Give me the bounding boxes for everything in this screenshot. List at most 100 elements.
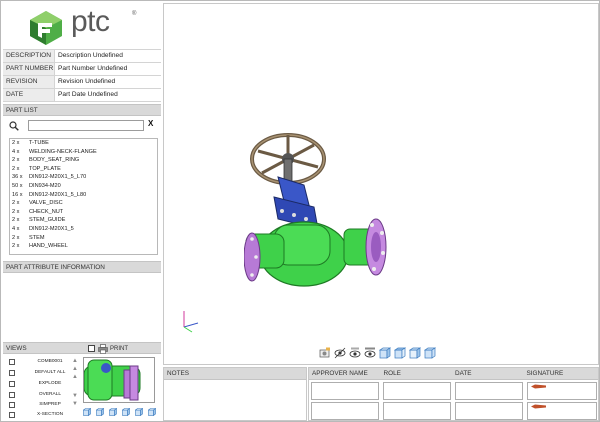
role-field[interactable] [383, 382, 451, 400]
part-list-item[interactable]: 2 x STEM_GUIDE [10, 216, 157, 225]
part-quantity: 16 x [12, 191, 23, 198]
views-panel: VIEWS PRINT SELECTED COMB0001 DEFAULT AL… [3, 342, 161, 422]
view-checkbox[interactable] [9, 381, 15, 387]
view-top-cube-icon[interactable] [394, 347, 406, 359]
view-label[interactable]: OVERALL [26, 390, 74, 400]
role-header: ROLE [383, 370, 401, 377]
meta-key: DATE [3, 89, 55, 101]
view-thumbnail[interactable] [83, 357, 155, 403]
3d-viewer[interactable] [163, 3, 599, 365]
scroll-bottom-arrow-icon[interactable]: ▼ [72, 401, 78, 407]
view-item-simprep[interactable]: SIMPREP [8, 400, 80, 410]
view-item-overall[interactable]: OVERALL [8, 390, 80, 400]
part-list-item[interactable]: 4 x WELDING-NECK-FLANGE [10, 148, 157, 157]
scroll-top-arrow-icon[interactable]: ▲ [72, 358, 78, 364]
snapshot-icon[interactable] [319, 347, 331, 359]
app-frame: ptc ® DESCRIPTION Description Undefined … [0, 0, 600, 422]
part-list-item[interactable]: 4 x DIN912-M20X1_5 [10, 225, 157, 234]
meta-key: DESCRIPTION [3, 50, 55, 62]
date-field[interactable] [455, 382, 523, 400]
approver-name-field[interactable] [311, 402, 379, 420]
view-label[interactable]: SIMPREP [26, 400, 74, 410]
cube-iso-icon[interactable] [135, 408, 143, 416]
cube-fit-icon[interactable] [148, 408, 156, 416]
part-search-input[interactable] [28, 120, 144, 131]
part-list-item[interactable]: 2 x BODY_SEAT_RING [10, 156, 157, 165]
part-quantity: 50 x [12, 182, 23, 189]
part-list-item[interactable]: 2 x TOP_PLATE [10, 165, 157, 174]
part-quantity: 2 x [12, 234, 20, 241]
view-label[interactable]: COMB0001 [26, 357, 74, 367]
part-name: TOP_PLATE [29, 165, 61, 172]
show-all-icon[interactable] [364, 347, 376, 359]
brand-registered: ® [132, 11, 137, 17]
signature-field[interactable] [527, 402, 597, 420]
view-front-cube-icon[interactable] [379, 347, 391, 359]
part-list-item[interactable]: 2 x T-TUBE [10, 139, 157, 148]
part-attribute-panel: PART ATTRIBUTE INFORMATION [3, 261, 161, 339]
clear-search-button[interactable]: X [148, 119, 153, 128]
view-checkbox[interactable] [9, 412, 15, 418]
view-checkbox[interactable] [9, 392, 15, 398]
part-list-item[interactable]: 16 x DIN912-M20X1_5_L80 [10, 191, 157, 200]
view-item-x-section[interactable]: X-SECTION [8, 410, 80, 420]
signature-pen-icon[interactable] [531, 404, 547, 409]
part-quantity: 2 x [12, 157, 20, 164]
part-list[interactable]: 2 x T-TUBE 4 x WELDING-NECK-FLANGE 2 x BODY_S… [9, 138, 158, 255]
cube-side-icon[interactable] [122, 408, 130, 416]
part-quantity: 4 x [12, 225, 20, 232]
date-field[interactable] [455, 402, 523, 420]
part-quantity: 2 x [12, 165, 20, 172]
views-title: VIEWS [6, 345, 27, 352]
part-name: CHECK_NUT [29, 208, 64, 215]
valve-model-image[interactable] [244, 129, 404, 309]
meta-row-revision: REVISION Revision Undefined [3, 76, 161, 89]
signature-pen-icon[interactable] [531, 384, 547, 389]
meta-value: Revision Undefined [58, 78, 116, 85]
show-icon[interactable] [349, 347, 361, 359]
part-name: BODY_SEAT_RING [29, 157, 80, 164]
approver-name-field[interactable] [311, 382, 379, 400]
view-iso-cube-icon[interactable] [424, 347, 436, 359]
part-quantity: 4 x [12, 148, 20, 155]
view-label[interactable]: EXPLODE [26, 379, 74, 389]
view-item-comb0001[interactable]: COMB0001 [8, 357, 80, 367]
view-side-cube-icon[interactable] [409, 347, 421, 359]
part-search-row: X [3, 116, 161, 136]
printer-icon[interactable] [98, 344, 108, 354]
part-name: STEM [29, 234, 45, 241]
meta-row-description: DESCRIPTION Description Undefined [3, 50, 161, 63]
print-selected-checkbox[interactable] [88, 345, 95, 352]
view-label[interactable]: DEFAULT ALL [26, 368, 74, 378]
notes-panel[interactable]: NOTES [163, 367, 307, 421]
hide-icon[interactable] [334, 347, 346, 359]
ptc-logo: ptc ® [3, 3, 161, 47]
view-label[interactable]: X-SECTION [26, 410, 74, 420]
view-checkbox[interactable] [9, 402, 15, 408]
part-list-item[interactable]: 50 x DIN934-M20 [10, 182, 157, 191]
view-checkbox[interactable] [9, 370, 15, 376]
cube-front-icon[interactable] [96, 408, 104, 416]
view-item-explode[interactable]: EXPLODE [8, 379, 80, 389]
cube-view-icon[interactable] [83, 408, 91, 416]
scroll-up-arrow-icon[interactable]: ▲ [72, 366, 78, 372]
part-list-item[interactable]: 2 x HAND_WHEEL [10, 242, 157, 251]
scroll-up-arrow-icon[interactable]: ▲ [72, 374, 78, 380]
part-list-item[interactable]: 2 x CHECK_NUT [10, 208, 157, 217]
cube-top-icon[interactable] [109, 408, 117, 416]
part-list-title: PART LIST [3, 104, 161, 116]
view-checkbox[interactable] [9, 359, 15, 365]
part-list-panel: PART LIST X 2 x T-TUBE 4 x WELDING-NECK-FLA… [3, 104, 161, 259]
viewer-toolbar [319, 347, 436, 361]
signature-field[interactable] [527, 382, 597, 400]
role-field[interactable] [383, 402, 451, 420]
part-list-item[interactable]: 36 x DIN912-M20X1_5_L70 [10, 173, 157, 182]
scroll-down-arrow-icon[interactable]: ▼ [72, 393, 78, 399]
part-list-item[interactable]: 2 x STEM [10, 234, 157, 243]
view-item-default-all[interactable]: DEFAULT ALL [8, 368, 80, 378]
part-name: DIN912-M20X1_5_L70 [29, 174, 87, 181]
ptc-logo-icon [30, 11, 62, 45]
search-icon[interactable] [9, 121, 19, 131]
part-list-item[interactable]: 2 x VALVE_DISC [10, 199, 157, 208]
signoff-table: APPROVER NAME ROLE DATE SIGNATURE [308, 367, 599, 421]
